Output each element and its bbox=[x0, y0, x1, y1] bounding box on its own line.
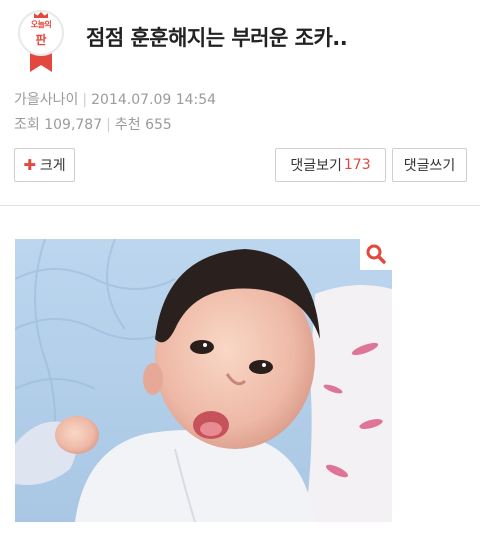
likes-count: 655 bbox=[145, 117, 172, 133]
badge-main-text: 판 bbox=[35, 33, 47, 47]
post-photo[interactable] bbox=[15, 239, 392, 522]
author[interactable]: 가을사나이 bbox=[14, 92, 78, 108]
search-icon bbox=[366, 244, 386, 264]
meta-separator: | bbox=[82, 92, 88, 108]
enlarge-button[interactable]: ✚ 크게 bbox=[14, 148, 75, 182]
zoom-button[interactable] bbox=[360, 238, 392, 270]
post-meta-line1: 가을사나이 | 2014.07.09 14:54 bbox=[14, 89, 216, 109]
meta-separator: | bbox=[106, 117, 111, 133]
enlarge-label: 크게 bbox=[39, 158, 66, 174]
write-comment-label: 댓글쓰기 bbox=[403, 158, 456, 174]
baby-photo bbox=[15, 239, 392, 522]
plus-icon: ✚ bbox=[23, 156, 36, 174]
likes-label: 추천 bbox=[114, 117, 141, 133]
views-count: 109,787 bbox=[44, 117, 103, 133]
top-badge: 오늘의 판 bbox=[18, 10, 64, 72]
post-meta-line2: 조회 109,787 | 추천 655 bbox=[14, 114, 172, 134]
comments-count: 173 bbox=[343, 157, 371, 173]
post-datetime: 2014.07.09 14:54 bbox=[91, 92, 217, 108]
write-comment-button[interactable]: 댓글쓰기 bbox=[392, 148, 467, 182]
view-comments-label: 댓글보기 bbox=[290, 158, 342, 174]
post-title: 점점 훈훈해지는 부러운 조카.. bbox=[86, 26, 348, 50]
badge-top-text: 오늘의 bbox=[30, 20, 52, 29]
views-label: 조회 bbox=[14, 117, 40, 133]
view-comments-button[interactable]: 댓글보기 173 bbox=[275, 148, 386, 182]
divider bbox=[0, 205, 480, 206]
